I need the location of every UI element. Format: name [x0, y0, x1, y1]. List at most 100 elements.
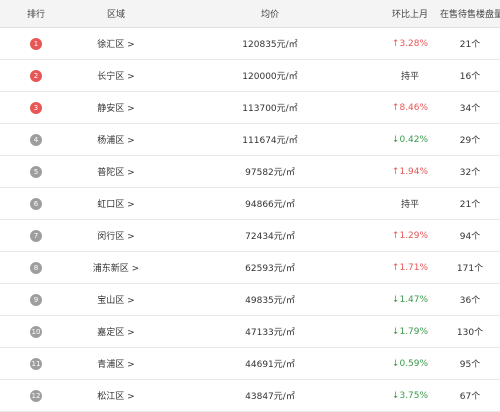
- district-link[interactable]: 闵行区 >: [97, 232, 134, 242]
- listings-count-cell: 16个: [459, 72, 481, 82]
- change-cell: ↓1.47%: [391, 294, 429, 305]
- table-row: 7 闵行区 > 72434元/㎡ ↑1.29% 94个: [0, 220, 500, 252]
- table-row: 4 杨浦区 > 111674元/㎡ ↓0.42% 29个: [0, 124, 500, 156]
- rank-badge: 1: [30, 37, 42, 50]
- rank-badge: 3: [30, 101, 42, 114]
- district-cell: 浦东新区 >: [72, 261, 160, 274]
- district-cell: 徐汇区 >: [72, 37, 160, 50]
- avg-price-cell: 94866元/㎡: [245, 200, 295, 210]
- change-cell: ↑1.71%: [391, 262, 429, 273]
- table-row: 2 长宁区 > 120000元/㎡ 持平 16个: [0, 60, 500, 92]
- change-cell: ↑1.29%: [391, 230, 429, 241]
- rank-cell: 5: [0, 165, 72, 178]
- table-row: 11 青浦区 > 44691元/㎡ ↓0.59% 95个: [0, 348, 500, 380]
- district-link[interactable]: 松江区 >: [97, 392, 134, 402]
- header-listings: 在售待售楼盘量: [440, 10, 500, 20]
- rank-badge: 12: [30, 389, 42, 402]
- avg-price-cell: 97582元/㎡: [245, 168, 295, 178]
- avg-price-cell: 72434元/㎡: [245, 232, 295, 242]
- district-link[interactable]: 嘉定区 >: [97, 328, 134, 338]
- header-rank: 排行: [26, 10, 45, 20]
- change-cell: 持平: [400, 72, 419, 82]
- district-cell: 松江区 >: [72, 389, 160, 402]
- avg-price-cell: 111674元/㎡: [242, 136, 298, 146]
- rank-cell: 1: [0, 37, 72, 50]
- avg-price-cell: 49835元/㎡: [245, 296, 295, 306]
- avg-price-cell: 62593元/㎡: [245, 264, 295, 274]
- avg-price-cell: 43847元/㎡: [245, 392, 295, 402]
- avg-price-cell: 120835元/㎡: [242, 40, 298, 50]
- district-cell: 杨浦区 >: [72, 133, 160, 146]
- avg-price-cell: 120000元/㎡: [242, 72, 298, 82]
- table-row: 12 松江区 > 43847元/㎡ ↓3.75% 67个: [0, 380, 500, 412]
- change-cell: ↑8.46%: [391, 102, 429, 113]
- table-row: 3 静安区 > 113700元/㎡ ↑8.46% 34个: [0, 92, 500, 124]
- rank-badge: 2: [30, 69, 42, 82]
- rank-badge: 4: [30, 133, 42, 146]
- rank-cell: 4: [0, 133, 72, 146]
- listings-count-cell: 95个: [459, 360, 481, 370]
- district-cell: 闵行区 >: [72, 229, 160, 242]
- rank-cell: 3: [0, 101, 72, 114]
- table-row: 10 嘉定区 > 47133元/㎡ ↓1.79% 130个: [0, 316, 500, 348]
- rank-badge: 10: [30, 325, 42, 338]
- district-link[interactable]: 宝山区 >: [97, 296, 134, 306]
- table-row: 9 宝山区 > 49835元/㎡ ↓1.47% 36个: [0, 284, 500, 316]
- district-link[interactable]: 普陀区 >: [97, 168, 134, 178]
- rank-badge: 11: [30, 357, 42, 370]
- listings-count-cell: 130个: [456, 328, 484, 338]
- table-row: 8 浦东新区 > 62593元/㎡ ↑1.71% 171个: [0, 252, 500, 284]
- rank-badge: 9: [30, 293, 42, 306]
- district-link[interactable]: 虹口区 >: [97, 200, 134, 210]
- avg-price-cell: 113700元/㎡: [242, 104, 298, 114]
- header-change: 环比上月: [391, 10, 428, 20]
- district-cell: 青浦区 >: [72, 357, 160, 370]
- table-row: 6 虹口区 > 94866元/㎡ 持平 21个: [0, 188, 500, 220]
- district-cell: 嘉定区 >: [72, 325, 160, 338]
- rank-cell: 11: [0, 357, 72, 370]
- table-row: 5 普陀区 > 97582元/㎡ ↑1.94% 32个: [0, 156, 500, 188]
- rank-cell: 6: [0, 197, 72, 210]
- listings-count-cell: 21个: [459, 200, 481, 210]
- district-cell: 宝山区 >: [72, 293, 160, 306]
- district-link[interactable]: 浦东新区 >: [93, 264, 139, 274]
- listings-count-cell: 21个: [459, 40, 481, 50]
- district-link[interactable]: 长宁区 >: [97, 72, 134, 82]
- district-link[interactable]: 静安区 >: [97, 104, 134, 114]
- header-avg-price: 均价: [260, 10, 279, 20]
- rank-badge: 8: [30, 261, 42, 274]
- change-cell: ↓3.75%: [391, 390, 429, 401]
- listings-count-cell: 34个: [459, 104, 481, 114]
- table-row: 1 徐汇区 > 120835元/㎡ ↑3.28% 21个: [0, 28, 500, 60]
- table-body: 1 徐汇区 > 120835元/㎡ ↑3.28% 21个 2 长宁区 > 120…: [0, 28, 500, 412]
- rank-cell: 10: [0, 325, 72, 338]
- rank-cell: 8: [0, 261, 72, 274]
- rank-badge: 6: [30, 197, 42, 210]
- district-cell: 普陀区 >: [72, 165, 160, 178]
- change-cell: ↓1.79%: [391, 326, 429, 337]
- district-link[interactable]: 杨浦区 >: [97, 136, 134, 146]
- change-cell: ↑1.94%: [391, 166, 429, 177]
- listings-count-cell: 67个: [459, 392, 481, 402]
- district-price-ranking-table: 排行 区域 均价 环比上月 在售待售楼盘量 1 徐汇区 > 120835元/㎡ …: [0, 0, 500, 412]
- listings-count-cell: 29个: [459, 136, 481, 146]
- district-cell: 长宁区 >: [72, 69, 160, 82]
- rank-badge: 7: [30, 229, 42, 242]
- rank-cell: 12: [0, 389, 72, 402]
- rank-cell: 9: [0, 293, 72, 306]
- change-cell: ↓0.59%: [391, 358, 429, 369]
- change-cell: ↓0.42%: [391, 134, 429, 145]
- district-link[interactable]: 徐汇区 >: [97, 40, 134, 50]
- table-header: 排行 区域 均价 环比上月 在售待售楼盘量: [0, 0, 500, 28]
- district-cell: 静安区 >: [72, 101, 160, 114]
- avg-price-cell: 47133元/㎡: [245, 328, 295, 338]
- change-cell: ↑3.28%: [391, 38, 429, 49]
- avg-price-cell: 44691元/㎡: [245, 360, 295, 370]
- listings-count-cell: 171个: [456, 264, 484, 274]
- listings-count-cell: 94个: [459, 232, 481, 242]
- rank-cell: 2: [0, 69, 72, 82]
- listings-count-cell: 36个: [459, 296, 481, 306]
- district-link[interactable]: 青浦区 >: [97, 360, 134, 370]
- rank-cell: 7: [0, 229, 72, 242]
- listings-count-cell: 32个: [459, 168, 481, 178]
